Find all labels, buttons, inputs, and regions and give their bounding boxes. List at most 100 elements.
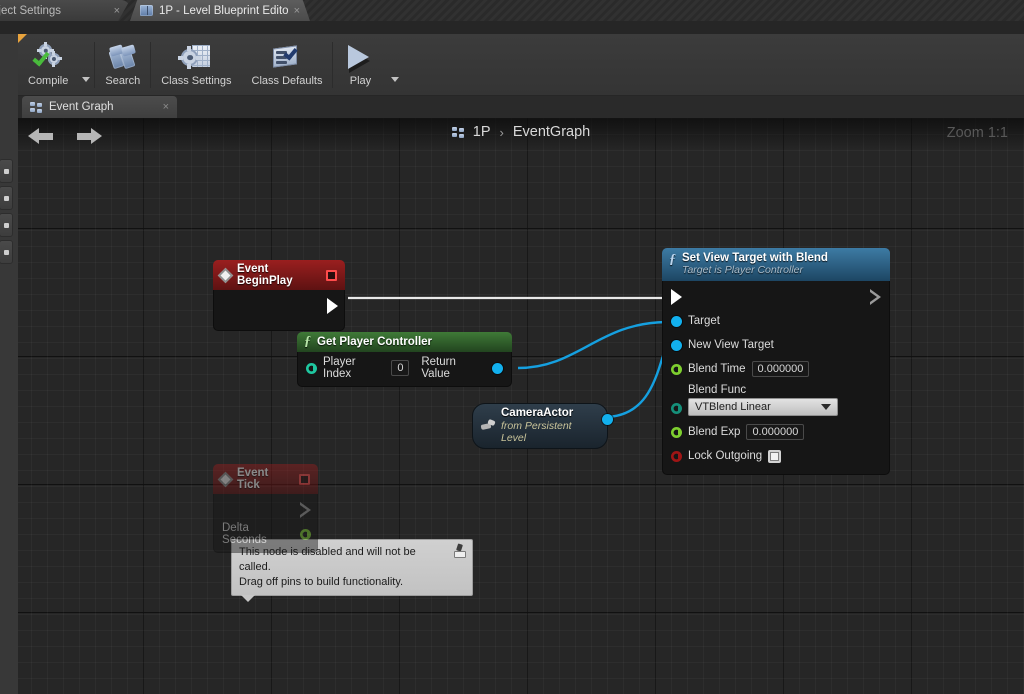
actor-icon bbox=[480, 418, 496, 432]
player-index-input[interactable]: 0 bbox=[391, 360, 410, 376]
pin-label: Player Index bbox=[323, 356, 356, 380]
node-event-begin-play[interactable]: Event BeginPlay bbox=[213, 260, 345, 331]
book-icon bbox=[140, 5, 153, 16]
node-header: Event BeginPlay bbox=[213, 260, 345, 290]
class-settings-label: Class Settings bbox=[161, 75, 232, 87]
node-title: Event Tick bbox=[237, 467, 269, 491]
pin-row-lock-outgoing: Lock Outgoing bbox=[663, 444, 889, 468]
event-diamond-icon bbox=[217, 471, 234, 487]
search-label: Search bbox=[105, 75, 141, 87]
compile-button[interactable]: Compile bbox=[18, 34, 78, 96]
chevron-down-icon bbox=[82, 77, 91, 82]
pin-label: Target bbox=[688, 315, 720, 327]
node-body: Delta Seconds bbox=[213, 494, 318, 553]
chevron-right-icon: › bbox=[499, 124, 504, 140]
event-diamond-icon bbox=[217, 267, 234, 283]
close-icon[interactable]: × bbox=[163, 101, 169, 113]
pin-icon[interactable] bbox=[453, 543, 467, 560]
blend-func-dropdown[interactable]: VTBlend Linear bbox=[688, 398, 838, 416]
node-body: Target New View Target Blend Time 0.0000… bbox=[662, 281, 890, 475]
search-button[interactable]: Search bbox=[95, 34, 150, 96]
compile-dropdown-button[interactable] bbox=[78, 34, 94, 96]
rail-tab-2[interactable] bbox=[0, 186, 13, 210]
play-dropdown-button[interactable] bbox=[387, 34, 403, 96]
blend-exp-input[interactable]: 0.000000 bbox=[746, 424, 805, 440]
pin-row-exec-out[interactable] bbox=[214, 294, 344, 318]
breadcrumb-leaf[interactable]: EventGraph bbox=[513, 124, 590, 140]
menu-strip bbox=[0, 21, 1024, 34]
pin-row-exec[interactable] bbox=[663, 285, 889, 309]
rail-tab-1[interactable] bbox=[0, 159, 13, 183]
play-label: Play bbox=[349, 75, 372, 87]
object-out-pin[interactable] bbox=[492, 362, 503, 374]
object-out-pin[interactable] bbox=[602, 414, 613, 425]
rail-tab-4[interactable] bbox=[0, 240, 13, 264]
graph-squares-icon bbox=[451, 126, 464, 138]
pin-label: Lock Outgoing bbox=[688, 450, 763, 462]
rail-tab-3[interactable] bbox=[0, 213, 13, 237]
play-triangle-icon bbox=[344, 43, 376, 73]
enum-in-pin[interactable] bbox=[671, 403, 682, 414]
pin-label: Blend Func bbox=[688, 384, 747, 396]
window-tab-label: oject Settings bbox=[0, 4, 62, 17]
float-in-pin[interactable] bbox=[671, 364, 682, 375]
left-rail bbox=[0, 34, 18, 694]
bool-in-pin[interactable] bbox=[671, 451, 682, 462]
binoculars-icon bbox=[107, 43, 139, 73]
pin-row-blend-func: Blend Func VTBlend Linear bbox=[663, 381, 889, 416]
window-tab-level-blueprint-editor[interactable]: 1P - Level Blueprint Editor × bbox=[130, 0, 310, 21]
float-out-pin[interactable] bbox=[300, 529, 311, 540]
node-subtitle: Target is Player Controller bbox=[682, 264, 803, 276]
node-get-player-controller[interactable]: ƒ Get Player Controller Player Index 0 R… bbox=[297, 332, 512, 387]
exec-in-pin[interactable] bbox=[671, 289, 682, 305]
chevron-down-icon bbox=[821, 404, 831, 410]
exec-out-pin[interactable] bbox=[327, 298, 338, 314]
breadcrumb: 1P › EventGraph bbox=[18, 124, 1024, 140]
gear-sheet-icon bbox=[178, 43, 212, 73]
tab-event-graph[interactable]: Event Graph × bbox=[22, 96, 177, 118]
chevron-down-icon bbox=[391, 77, 400, 82]
node-title: Get Player Controller bbox=[317, 336, 433, 348]
class-defaults-label: Class Defaults bbox=[251, 75, 323, 87]
close-icon[interactable]: × bbox=[114, 5, 120, 17]
node-event-tick[interactable]: Event Tick Delta Seconds bbox=[213, 464, 318, 553]
int-pin[interactable] bbox=[306, 363, 317, 374]
red-square-icon[interactable] bbox=[326, 269, 337, 281]
node-body bbox=[213, 290, 345, 331]
window-tab-project-settings[interactable]: oject Settings × bbox=[0, 0, 130, 21]
pin-label: Blend Time bbox=[688, 363, 746, 375]
pin-label: Blend Exp bbox=[688, 426, 741, 438]
blueprint-graph-canvas[interactable]: 1P › EventGraph Zoom 1:1 Event BeginPlay… bbox=[18, 118, 1024, 694]
function-fx-icon: ƒ bbox=[669, 252, 676, 267]
object-in-pin[interactable] bbox=[671, 339, 682, 351]
tooltip-line-2: Drag off pins to build functionality. bbox=[239, 576, 404, 588]
close-icon[interactable]: × bbox=[294, 5, 300, 17]
zoom-level-label: Zoom 1:1 bbox=[946, 125, 1008, 141]
play-button[interactable]: Play bbox=[333, 34, 387, 96]
pin-label: New View Target bbox=[688, 339, 774, 351]
class-defaults-button[interactable]: Class Defaults bbox=[242, 34, 333, 96]
object-in-pin[interactable] bbox=[671, 315, 682, 327]
pin-row-blend-exp: Blend Exp 0.000000 bbox=[663, 420, 889, 444]
pin-label: Delta Seconds bbox=[222, 522, 267, 546]
node-subtitle: from Persistent Level bbox=[501, 420, 572, 444]
tab-event-graph-label: Event Graph bbox=[49, 101, 114, 113]
node-title: Event BeginPlay bbox=[237, 263, 293, 287]
blend-time-input[interactable]: 0.000000 bbox=[751, 361, 810, 377]
exec-out-pin[interactable] bbox=[300, 502, 311, 518]
class-settings-button[interactable]: Class Settings bbox=[151, 34, 241, 96]
node-set-view-target-with-blend[interactable]: ƒ Set View Target with Blend Target is P… bbox=[662, 248, 890, 475]
window-tab-label: 1P - Level Blueprint Editor bbox=[159, 4, 288, 17]
node-body: Player Index 0 Return Value bbox=[297, 352, 512, 387]
exec-out-pin[interactable] bbox=[870, 289, 881, 305]
pin-row-player-index: Player Index 0 Return Value bbox=[298, 356, 511, 380]
breadcrumb-root[interactable]: 1P bbox=[473, 124, 491, 140]
pin-row-exec-out[interactable] bbox=[214, 498, 317, 522]
blend-func-value: VTBlend Linear bbox=[695, 401, 771, 413]
node-camera-actor[interactable]: CameraActor from Persistent Level bbox=[472, 403, 613, 449]
pin-row-target: Target bbox=[663, 309, 889, 333]
lock-outgoing-checkbox[interactable] bbox=[768, 449, 782, 463]
red-square-icon[interactable] bbox=[299, 473, 310, 485]
compile-gears-check-icon bbox=[32, 42, 64, 73]
float-in-pin[interactable] bbox=[671, 427, 682, 438]
